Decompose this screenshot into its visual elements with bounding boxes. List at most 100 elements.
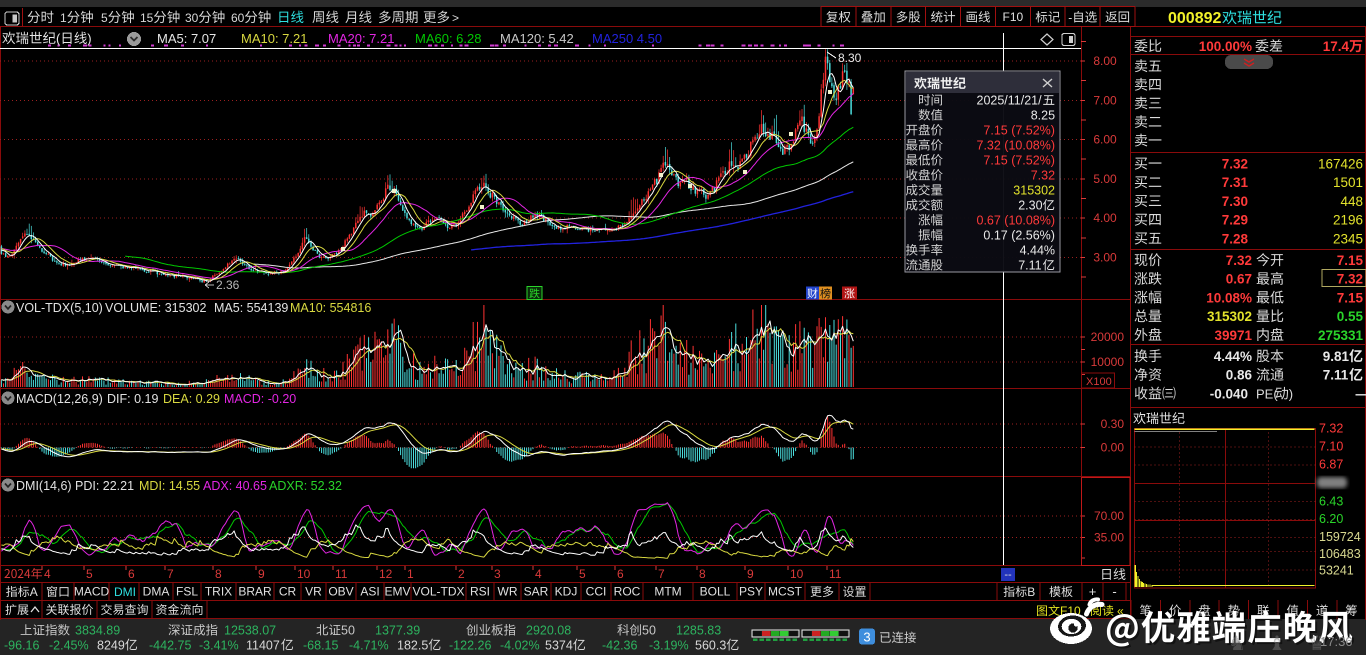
svg-text:9.81: 9.81 bbox=[1323, 349, 1350, 364]
svg-text:11: 11 bbox=[829, 567, 842, 581]
svg-text:7.31: 7.31 bbox=[1222, 175, 1249, 190]
svg-text:560.3: 560.3 bbox=[695, 639, 726, 653]
svg-text:—: — bbox=[1356, 386, 1366, 401]
svg-text:7.32: 7.32 bbox=[1319, 422, 1343, 436]
svg-text:DIF: 0.19: DIF: 0.19 bbox=[107, 392, 158, 406]
svg-text:ADX: 40.65: ADX: 40.65 bbox=[203, 479, 267, 493]
svg-text:7.32: 7.32 bbox=[1226, 253, 1252, 268]
svg-text:ROC: ROC bbox=[614, 585, 641, 599]
svg-text:7.15 (7.52%): 7.15 (7.52%) bbox=[983, 154, 1055, 168]
svg-text:MACD: MACD bbox=[74, 585, 110, 599]
svg-text:315302: 315302 bbox=[1013, 184, 1055, 198]
svg-text:0.67: 0.67 bbox=[1226, 272, 1252, 287]
svg-text:2920.08: 2920.08 bbox=[526, 624, 571, 638]
svg-text:1285.83: 1285.83 bbox=[676, 624, 721, 638]
svg-text:--: -- bbox=[1004, 569, 1012, 581]
svg-text:5: 5 bbox=[579, 567, 586, 581]
svg-text:7.00: 7.00 bbox=[1093, 93, 1117, 107]
svg-text:0.86: 0.86 bbox=[1226, 368, 1253, 383]
svg-text:MA250 4.50: MA250 4.50 bbox=[592, 31, 662, 46]
svg-text:9: 9 bbox=[258, 567, 265, 581]
svg-text:VR: VR bbox=[305, 585, 322, 599]
svg-text:MA20: 7.21: MA20: 7.21 bbox=[328, 31, 395, 46]
svg-text:8.30: 8.30 bbox=[838, 51, 862, 65]
svg-text:MA120: 5.42: MA120: 5.42 bbox=[500, 31, 574, 46]
svg-text:1377.39: 1377.39 bbox=[375, 624, 420, 638]
svg-text:-4.02%: -4.02% bbox=[500, 639, 540, 653]
svg-text:6.00: 6.00 bbox=[1093, 133, 1117, 147]
svg-text:MACD(12,26,9): MACD(12,26,9) bbox=[16, 392, 103, 406]
svg-text:3.00: 3.00 bbox=[1093, 251, 1117, 265]
svg-text:-: - bbox=[1112, 584, 1116, 599]
svg-text:DMA: DMA bbox=[143, 585, 170, 599]
svg-text:15: 15 bbox=[140, 11, 154, 25]
svg-text:BOLL: BOLL bbox=[700, 585, 731, 599]
svg-text:VOL-TDX: VOL-TDX bbox=[412, 585, 464, 599]
svg-text:♝: ♝ bbox=[1268, 633, 1286, 655]
svg-text:OBV: OBV bbox=[328, 585, 353, 599]
svg-text:0.00: 0.00 bbox=[1101, 441, 1125, 455]
svg-text:39971: 39971 bbox=[1214, 328, 1252, 343]
svg-text:0.30: 0.30 bbox=[1101, 417, 1125, 431]
svg-text:167426: 167426 bbox=[1318, 157, 1363, 172]
svg-text:♞: ♞ bbox=[1228, 633, 1246, 655]
svg-text:MA10: 554816: MA10: 554816 bbox=[290, 301, 371, 315]
svg-text:RSI: RSI bbox=[470, 585, 490, 599]
svg-text:1: 1 bbox=[60, 11, 67, 25]
svg-text:7.15: 7.15 bbox=[1337, 290, 1364, 305]
svg-text:9: 9 bbox=[747, 567, 754, 581]
svg-text:5: 5 bbox=[101, 11, 108, 25]
svg-text:-4.71%: -4.71% bbox=[349, 639, 389, 653]
svg-text:DMI(14,6): DMI(14,6) bbox=[16, 479, 72, 493]
svg-text:CCI: CCI bbox=[586, 585, 607, 599]
svg-text:0.67 (10.08%): 0.67 (10.08%) bbox=[977, 214, 1056, 228]
svg-text:-: - bbox=[1068, 11, 1072, 25]
svg-text:2.30: 2.30 bbox=[1018, 199, 1042, 213]
svg-text:-68.15: -68.15 bbox=[303, 639, 338, 653]
svg-text:TRIX: TRIX bbox=[205, 585, 232, 599]
svg-text:(: ( bbox=[56, 31, 61, 46]
svg-text:4.00: 4.00 bbox=[1093, 211, 1117, 225]
svg-text:8.00: 8.00 bbox=[1093, 54, 1117, 68]
svg-text:KDJ: KDJ bbox=[555, 585, 578, 599]
svg-text:7.32: 7.32 bbox=[1337, 272, 1363, 287]
svg-text:20000: 20000 bbox=[1091, 330, 1125, 344]
svg-text:2025/11/21/: 2025/11/21/ bbox=[977, 94, 1043, 108]
svg-text:DMI: DMI bbox=[114, 585, 136, 599]
svg-text:106483: 106483 bbox=[1319, 547, 1361, 561]
svg-text:4.44%: 4.44% bbox=[1020, 244, 1055, 258]
svg-text:MACD: -0.20: MACD: -0.20 bbox=[224, 392, 296, 406]
svg-text:7: 7 bbox=[658, 567, 665, 581]
svg-text:50: 50 bbox=[341, 624, 355, 638]
svg-text:35.00: 35.00 bbox=[1094, 531, 1124, 545]
svg-text:VOL-TDX(5,10): VOL-TDX(5,10) bbox=[16, 301, 103, 315]
svg-text:3834.89: 3834.89 bbox=[75, 624, 120, 638]
svg-text:0.55: 0.55 bbox=[1337, 309, 1364, 324]
svg-text:-3.41%: -3.41% bbox=[199, 639, 239, 653]
svg-text:2.36: 2.36 bbox=[216, 278, 240, 292]
svg-text:MA60: 6.28: MA60: 6.28 bbox=[415, 31, 482, 46]
svg-text:-42.36: -42.36 bbox=[602, 639, 637, 653]
svg-text:17.4: 17.4 bbox=[1323, 39, 1350, 54]
svg-text:7.11: 7.11 bbox=[1323, 368, 1349, 383]
svg-text:MDI: 14.55: MDI: 14.55 bbox=[139, 479, 200, 493]
svg-text:-2.45%: -2.45% bbox=[49, 639, 89, 653]
svg-text:MA10: 7.21: MA10: 7.21 bbox=[241, 31, 308, 46]
svg-text:2196: 2196 bbox=[1333, 213, 1363, 228]
svg-text:-122.26: -122.26 bbox=[449, 639, 491, 653]
svg-text:SAR: SAR bbox=[524, 585, 549, 599]
svg-text:100.00%: 100.00% bbox=[1199, 39, 1252, 54]
svg-text:448: 448 bbox=[1340, 194, 1363, 209]
svg-text:F10: F10 bbox=[1003, 10, 1024, 24]
svg-text:PSY: PSY bbox=[739, 585, 763, 599]
svg-text:7.28: 7.28 bbox=[1222, 231, 1249, 246]
svg-text:0.17 (2.56%): 0.17 (2.56%) bbox=[983, 229, 1055, 243]
svg-text:8: 8 bbox=[699, 567, 706, 581]
svg-text:10.08%: 10.08% bbox=[1206, 290, 1252, 305]
svg-text:182.5: 182.5 bbox=[397, 639, 428, 653]
svg-text:000892: 000892 bbox=[1168, 10, 1221, 27]
svg-text:159724: 159724 bbox=[1319, 530, 1361, 544]
svg-text:60: 60 bbox=[231, 11, 245, 25]
svg-text:FSL: FSL bbox=[176, 585, 198, 599]
svg-text:CR: CR bbox=[279, 585, 297, 599]
